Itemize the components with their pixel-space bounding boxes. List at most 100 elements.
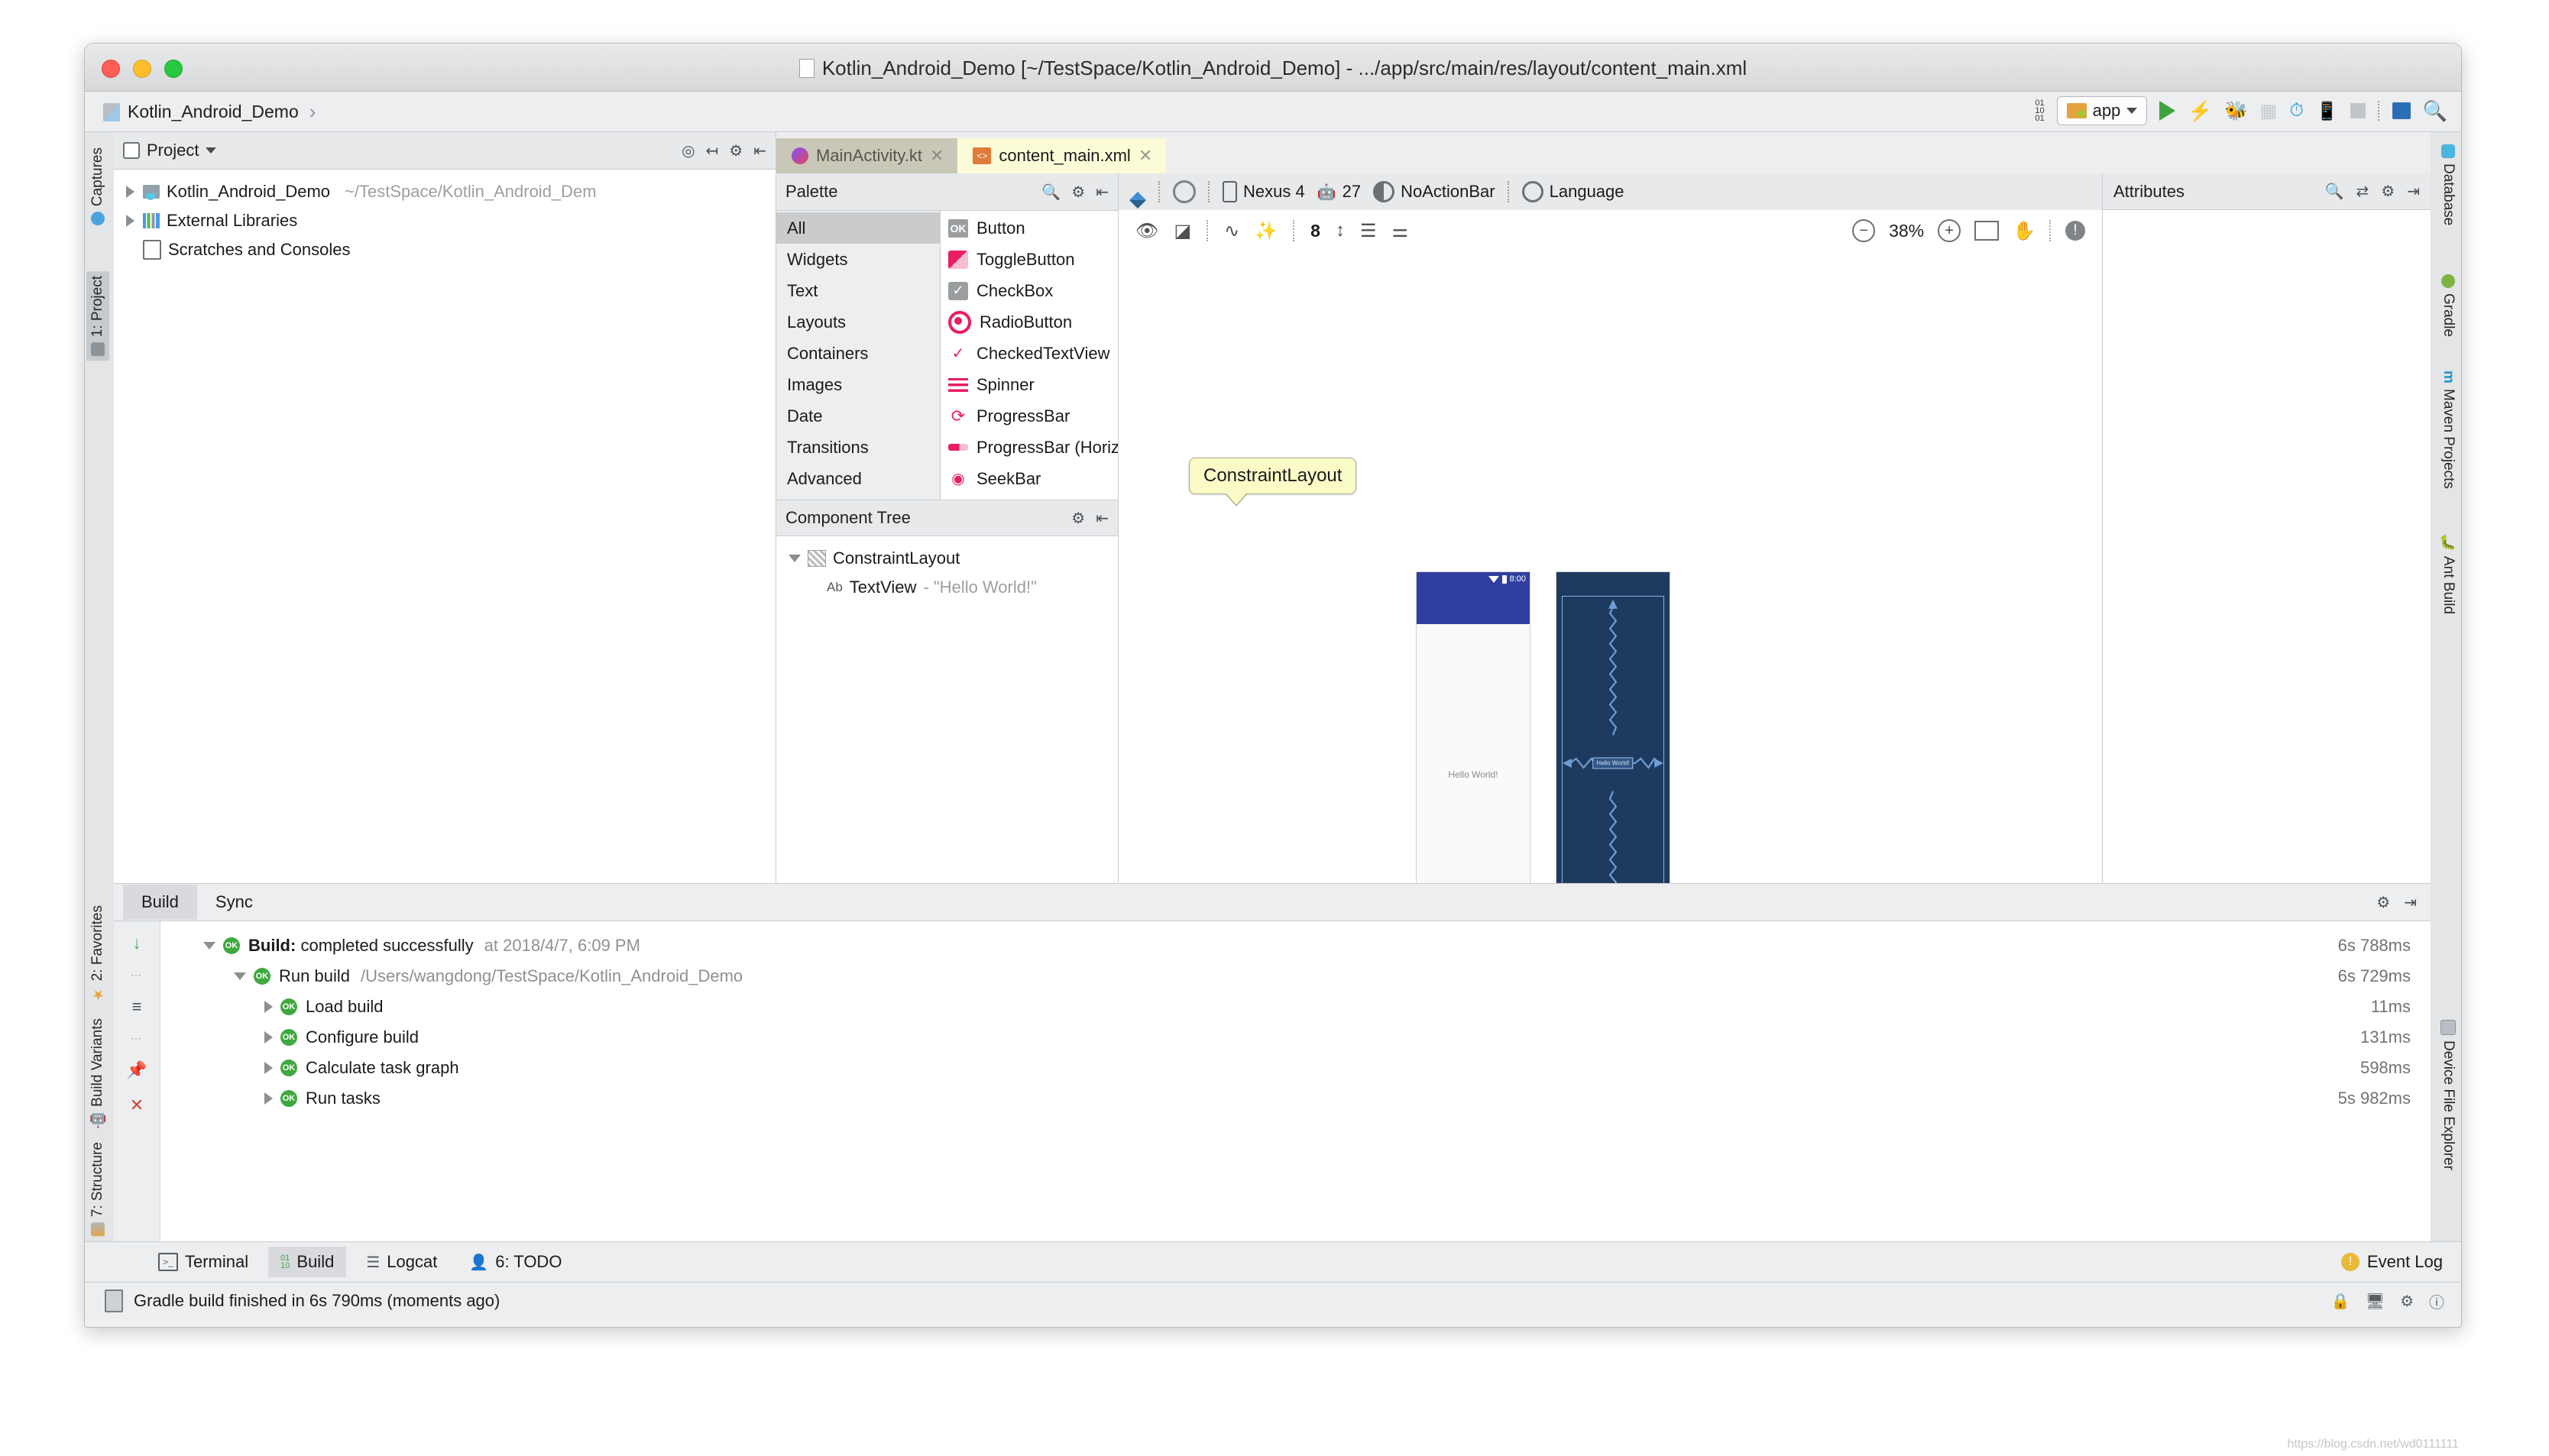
toggle-view-icon[interactable]: ⇄ [2356, 182, 2369, 201]
sidebar-item-maven-projects[interactable]: m Maven Projects [2437, 366, 2460, 493]
hide-icon[interactable]: ⇥ [2404, 893, 2417, 912]
design-mode-icon[interactable] [1129, 183, 1146, 209]
language-selector[interactable]: Language [1521, 181, 1624, 202]
zoom-out-button[interactable]: − [1852, 219, 1876, 242]
notifications-icon[interactable]: ⓘ [2429, 1290, 2444, 1312]
close-icon[interactable]: ✕ [930, 146, 944, 166]
chevron-right-icon[interactable] [264, 1062, 273, 1074]
build-row-load-build[interactable]: OK Load build 11ms [160, 992, 2431, 1022]
component-tree-item-constraintlayout[interactable]: ConstraintLayout [776, 544, 1118, 573]
run-icon[interactable] [2159, 101, 2176, 121]
debug-device-icon[interactable]: 📱 [2316, 101, 2338, 121]
soft-wrap-icon[interactable]: ≡ [132, 997, 142, 1017]
clear-constraints-icon[interactable]: ∿ [1224, 220, 1239, 242]
component-tree-item-textview[interactable]: Ab TextView - "Hello World!" [776, 573, 1118, 602]
chevron-right-icon[interactable] [126, 186, 134, 198]
api-level-selector[interactable]: 🤖 27 [1317, 182, 1361, 202]
profile-icon[interactable]: ⏱ [2289, 100, 2304, 121]
build-row-calculate-task-graph[interactable]: OK Calculate task graph 598ms [160, 1053, 2431, 1083]
build-row-summary[interactable]: OK Build: completed successfully at 2018… [160, 930, 2431, 961]
palette-item-radiobutton[interactable]: RadioButton [941, 306, 1118, 338]
sync-binary-icon[interactable]: 01 10 01 [2035, 99, 2044, 123]
palette-item-progressbar-horizontal[interactable]: ProgressBar (Horizontal) [941, 432, 1118, 463]
search-icon[interactable]: 🔍 [2325, 182, 2344, 201]
settings-icon[interactable]: ⚙ [2376, 893, 2390, 912]
build-row-run-tasks[interactable]: OK Run tasks 5s 982ms [160, 1083, 2431, 1114]
project-panel-title-group[interactable]: Project [123, 141, 217, 160]
apply-changes-icon[interactable]: ⚡ [2188, 99, 2212, 123]
build-row-configure-build[interactable]: OK Configure build 131ms [160, 1022, 2431, 1053]
settings-icon[interactable]: ⚙ [729, 141, 743, 160]
sidebar-item-database[interactable]: Database [2437, 140, 2460, 230]
hide-icon[interactable]: ⇤ [1096, 183, 1109, 202]
avd-manager-icon[interactable] [2392, 102, 2411, 119]
hide-icon[interactable]: ⇥ [2407, 182, 2420, 201]
autoconnect-off-icon[interactable]: ◪ [1174, 220, 1191, 242]
settings-icon[interactable]: ⚙ [1071, 183, 1085, 202]
pin-icon[interactable]: 📌 [126, 1060, 147, 1080]
show-constraints-icon[interactable]: 👁 [1135, 220, 1158, 242]
event-log-button[interactable]: ! Event Log [2340, 1252, 2443, 1272]
align-icon[interactable]: ☰ [1360, 220, 1377, 242]
device-selector[interactable]: Nexus 4 [1223, 181, 1305, 202]
theme-selector[interactable]: NoActionBar [1373, 181, 1495, 202]
search-icon[interactable]: 🔍 [2423, 99, 2447, 123]
chevron-right-icon[interactable] [126, 215, 134, 227]
close-icon[interactable]: ✕ [1138, 146, 1152, 166]
palette-category-all[interactable]: All [776, 212, 940, 244]
palette-category-layouts[interactable]: Layouts [776, 306, 940, 338]
palette-category-advanced[interactable]: Advanced [776, 463, 940, 494]
hide-icon[interactable]: ⇤ [753, 141, 766, 160]
search-icon[interactable]: 🔍 [1041, 183, 1061, 202]
chevron-down-icon[interactable] [203, 942, 215, 950]
infer-constraints-icon[interactable]: ✨ [1255, 220, 1278, 242]
palette-category-google[interactable]: Google [776, 494, 940, 500]
palette-category-images[interactable]: Images [776, 369, 940, 400]
palette-category-widgets[interactable]: Widgets [776, 244, 940, 275]
toggle-view-icon[interactable]: ↓ [133, 933, 141, 953]
tree-item-external-libraries[interactable]: External Libraries [121, 206, 776, 235]
stop-icon[interactable] [2350, 103, 2366, 118]
coverage-icon[interactable]: ▦ [2260, 100, 2278, 122]
locate-icon[interactable]: ◎ [682, 141, 695, 160]
sidebar-item-device-file-explorer[interactable]: Device File Explorer [2437, 1015, 2460, 1175]
chevron-right-icon[interactable] [264, 1092, 273, 1105]
chevron-right-icon[interactable] [264, 1031, 273, 1043]
bottom-item-build[interactable]: 01 10 Build [268, 1247, 347, 1277]
tree-item-scratches[interactable]: Scratches and Consoles [121, 235, 776, 264]
palette-item-spinner[interactable]: Spinner [941, 369, 1118, 400]
sidebar-item-project[interactable]: 1: Project [86, 271, 109, 361]
chevron-down-icon[interactable] [234, 972, 246, 980]
hide-icon[interactable]: ⇤ [1096, 509, 1109, 528]
tab-build[interactable]: Build [123, 885, 197, 920]
palette-category-containers[interactable]: Containers [776, 338, 940, 369]
editor-tab-content-main[interactable]: <> content_main.xml ✕ [957, 138, 1167, 173]
run-configuration-selector[interactable]: app [2056, 96, 2148, 125]
tab-sync[interactable]: Sync [197, 885, 271, 920]
bottom-item-terminal[interactable]: >_ Terminal [146, 1247, 261, 1277]
lock-icon[interactable]: 🔒 [2331, 1292, 2350, 1311]
editor-tab-mainactivity[interactable]: MainActivity.kt ✕ [776, 138, 958, 173]
palette-category-text[interactable]: Text [776, 275, 940, 306]
settings-icon[interactable]: ⚙ [2381, 182, 2395, 201]
sidebar-item-favorites[interactable]: ★ 2: Favorites [86, 901, 109, 1007]
palette-item-checkedtextview[interactable]: ✓ CheckedTextView [941, 338, 1118, 369]
palette-item-seekbar-discrete[interactable]: 📍 SeekBar (Discrete) [941, 494, 1118, 500]
orientation-icon[interactable] [1173, 180, 1196, 203]
pack-icon[interactable]: ↕ [1336, 220, 1345, 241]
guidelines-icon[interactable]: ⚌ [1391, 220, 1408, 242]
palette-item-checkbox[interactable]: ✓ CheckBox [941, 275, 1118, 306]
bottom-item-logcat[interactable]: ☰ Logcat [354, 1247, 449, 1277]
chevron-down-icon[interactable] [789, 555, 801, 562]
sidebar-item-gradle[interactable]: Gradle [2437, 270, 2460, 341]
chevron-down-icon[interactable] [206, 147, 217, 154]
palette-category-transitions[interactable]: Transitions [776, 432, 940, 463]
debug-icon[interactable]: 🐝 [2225, 100, 2248, 122]
settings-icon[interactable]: ⚙ [1071, 509, 1085, 528]
default-margin-value[interactable]: 8 [1310, 221, 1320, 241]
zoom-to-fit-icon[interactable] [1974, 221, 2000, 241]
memory-icon[interactable]: 🖥 [2366, 1292, 2385, 1311]
collapse-all-icon[interactable]: ↤ [706, 141, 719, 160]
palette-item-button[interactable]: OK Button [941, 212, 1118, 244]
warnings-icon[interactable]: ! [2065, 221, 2085, 241]
